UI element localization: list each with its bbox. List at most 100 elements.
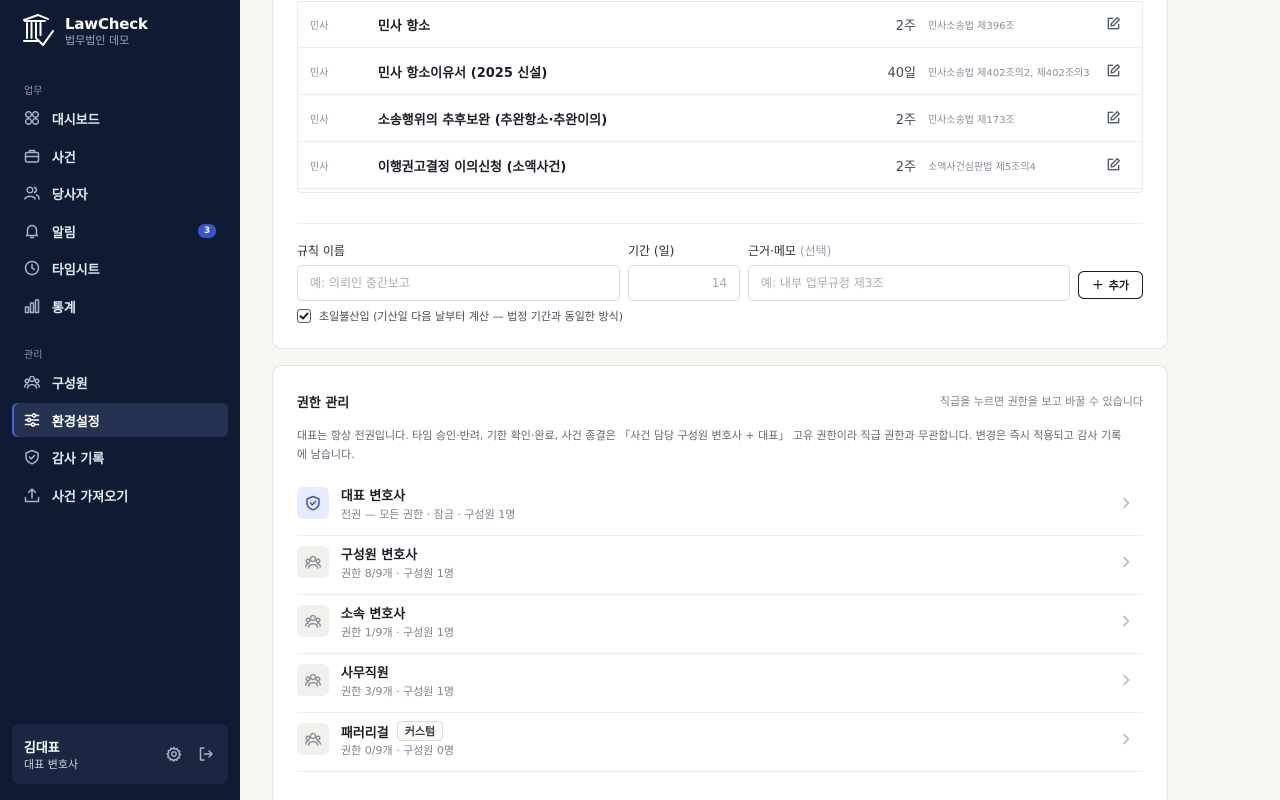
role-name: 대표 변호사 bbox=[341, 485, 405, 504]
shield-check-icon bbox=[297, 487, 329, 519]
period-days-input[interactable] bbox=[628, 265, 740, 301]
rule-category: 민사 bbox=[310, 162, 329, 173]
bell-icon bbox=[24, 223, 40, 239]
nav-item-cases[interactable]: 사건 bbox=[12, 139, 228, 173]
permissions-description: 대표는 항상 전권입니다. 타임 승인·반려, 기한 확인·완료, 사건 종결은… bbox=[297, 429, 1122, 461]
nav-item-import-cases[interactable]: 사건 가져오기 bbox=[12, 478, 228, 512]
clock-icon bbox=[24, 260, 40, 276]
permissions-card: 권한 관리 직급을 누르면 권한을 보고 바꿀 수 있습니다 대표는 항상 전권… bbox=[272, 365, 1168, 800]
divider bbox=[297, 223, 1143, 224]
rule-name-input[interactable] bbox=[297, 265, 620, 301]
nav-section-work-title: 업무 bbox=[24, 86, 43, 97]
bar-chart-icon bbox=[24, 298, 40, 314]
team-icon bbox=[297, 605, 329, 637]
nav-item-label: 사건 가져오기 bbox=[52, 489, 129, 505]
role-row-staff[interactable]: 사무직원 권한 3/9개 · 구성원 1명 bbox=[297, 654, 1143, 713]
role-name: 사무직원 bbox=[341, 662, 389, 681]
nav-item-stats[interactable]: 통계 bbox=[12, 289, 228, 323]
role-row-paralegal[interactable]: 패러리걸 커스텀 권한 0/9개 · 구성원 0명 bbox=[297, 713, 1143, 772]
nav-item-label: 대시보드 bbox=[52, 112, 100, 128]
nav-item-label: 알림 bbox=[52, 225, 76, 241]
role-meta: 권한 3/9개 · 구성원 1명 bbox=[341, 685, 455, 698]
role-meta: 권한 0/9개 · 구성원 0명 bbox=[341, 744, 455, 757]
role-meta: 권한 1/9개 · 구성원 1명 bbox=[341, 626, 455, 639]
nav-item-audit-log[interactable]: 감사 기록 bbox=[12, 440, 228, 474]
chevron-right-icon bbox=[1119, 672, 1133, 686]
permissions-title: 권한 관리 bbox=[297, 396, 350, 411]
rule-name: 이행권고결정 이의신청 (소액사건) bbox=[378, 160, 567, 175]
nav-item-timesheet[interactable]: 타임시트 bbox=[12, 251, 228, 285]
user-card: 김대표 대표 변호사 bbox=[12, 724, 228, 784]
alerts-count-badge: 3 bbox=[198, 224, 216, 238]
briefcase-icon bbox=[24, 148, 40, 164]
rule-basis: 민사소송법 제396조 bbox=[928, 21, 1015, 32]
role-meta: 전권 — 모든 권한 · 잠금 · 구성원 1명 bbox=[341, 508, 516, 521]
team-icon bbox=[297, 546, 329, 578]
memo-label-text: 근거·메모 bbox=[748, 244, 796, 258]
role-row-managing-partner[interactable]: 대표 변호사 전권 — 모든 권한 · 잠금 · 구성원 1명 bbox=[297, 477, 1143, 536]
app-name: LawCheck bbox=[65, 15, 148, 33]
nav-item-label: 통계 bbox=[52, 300, 76, 316]
table-row: 민사 이행권고결정 이의신청 (소액사건) 2주 소액사건심판법 제5조의4 bbox=[298, 142, 1142, 189]
rule-name-label: 규칙 이름 bbox=[297, 244, 345, 258]
rule-period: 40일 bbox=[887, 66, 916, 81]
add-rule-label: 추가 bbox=[1108, 279, 1129, 292]
user-name: 김대표 bbox=[24, 741, 60, 756]
shield-icon bbox=[24, 449, 40, 465]
table-row: 민사 민사 항소이유서 (2025 신설) 40일 민사소송법 제402조의2,… bbox=[298, 48, 1142, 95]
rule-basis: 민사소송법 제173조 bbox=[928, 115, 1015, 126]
edit-icon[interactable] bbox=[1106, 110, 1122, 126]
nav-item-dashboard[interactable]: 대시보드 bbox=[12, 101, 228, 135]
nav-item-parties[interactable]: 당사자 bbox=[12, 176, 228, 210]
rule-category: 민사 bbox=[310, 115, 329, 126]
org-name: 법무법인 데모 bbox=[65, 34, 130, 47]
permissions-hint: 직급을 누르면 권한을 보고 바꿀 수 있습니다 bbox=[939, 395, 1143, 408]
user-role: 대표 변호사 bbox=[24, 758, 79, 771]
role-name: 패러리걸 커스텀 bbox=[341, 721, 444, 741]
rule-period: 2주 bbox=[895, 113, 916, 128]
role-row-partner[interactable]: 구성원 변호사 권한 8/9개 · 구성원 1명 bbox=[297, 536, 1143, 595]
memo-input[interactable] bbox=[748, 265, 1070, 301]
users-icon bbox=[24, 185, 40, 201]
rule-period: 2주 bbox=[895, 19, 916, 34]
role-row-associate[interactable]: 소속 변호사 권한 1/9개 · 구성원 1명 bbox=[297, 595, 1143, 654]
rule-category: 민사 bbox=[310, 68, 329, 79]
rules-table: 민사 민사 항소 2주 민사소송법 제396조 민사 민사 항소이유서 (202… bbox=[297, 1, 1143, 193]
grid-icon bbox=[24, 110, 40, 126]
sidebar: LawCheck 법무법인 데모 업무 대시보드 사건 당사자 알림 3 타임시… bbox=[0, 0, 240, 800]
edit-icon[interactable] bbox=[1106, 63, 1122, 79]
custom-role-chip: 커스텀 bbox=[396, 721, 444, 741]
team-icon bbox=[297, 664, 329, 696]
role-name-text: 대표 변호사 bbox=[341, 489, 406, 504]
nav-item-settings[interactable]: 환경설정 bbox=[12, 403, 228, 437]
rule-basis: 소액사건심판법 제5조의4 bbox=[928, 162, 1036, 173]
role-name-text: 사무직원 bbox=[341, 666, 389, 681]
nav-item-members[interactable]: 구성원 bbox=[12, 365, 228, 399]
brand[interactable]: LawCheck 법무법인 데모 bbox=[22, 14, 148, 48]
rule-name: 소송행위의 추후보완 (추완항소·추완이의) bbox=[378, 113, 608, 128]
role-meta: 권한 8/9개 · 구성원 1명 bbox=[341, 567, 455, 580]
gear-icon[interactable] bbox=[166, 746, 182, 762]
rule-period: 2주 bbox=[895, 160, 916, 175]
edit-icon[interactable] bbox=[1106, 157, 1122, 173]
exclude-first-day-checkbox[interactable]: 초일불산입 (기산일 다음 날부터 계산 — 법정 기간과 동일한 방식) bbox=[297, 308, 623, 324]
table-row: 민사 민사 항소 2주 민사소송법 제396조 bbox=[298, 2, 1142, 48]
checkbox-checked-icon[interactable] bbox=[297, 309, 311, 323]
logout-icon[interactable] bbox=[198, 746, 214, 762]
chevron-right-icon bbox=[1119, 495, 1133, 509]
role-name: 소속 변호사 bbox=[341, 603, 405, 622]
add-rule-button[interactable]: + 추가 bbox=[1078, 271, 1143, 299]
nav-item-label: 당사자 bbox=[52, 187, 88, 203]
nav-item-label: 사건 bbox=[52, 150, 76, 166]
nav-item-alerts[interactable]: 알림 3 bbox=[12, 214, 228, 248]
memo-label: 근거·메모 (선택) bbox=[748, 242, 831, 259]
team-icon bbox=[24, 374, 40, 390]
role-name: 구성원 변호사 bbox=[341, 544, 417, 563]
courthouse-logo-icon bbox=[23, 14, 54, 46]
plus-icon: + bbox=[1092, 277, 1104, 293]
edit-icon[interactable] bbox=[1106, 16, 1122, 32]
memo-optional-text: (선택) bbox=[799, 244, 832, 258]
chevron-right-icon bbox=[1119, 554, 1133, 568]
team-icon bbox=[297, 723, 329, 755]
rule-basis: 민사소송법 제402조의2, 제402조의3 bbox=[928, 68, 1090, 79]
